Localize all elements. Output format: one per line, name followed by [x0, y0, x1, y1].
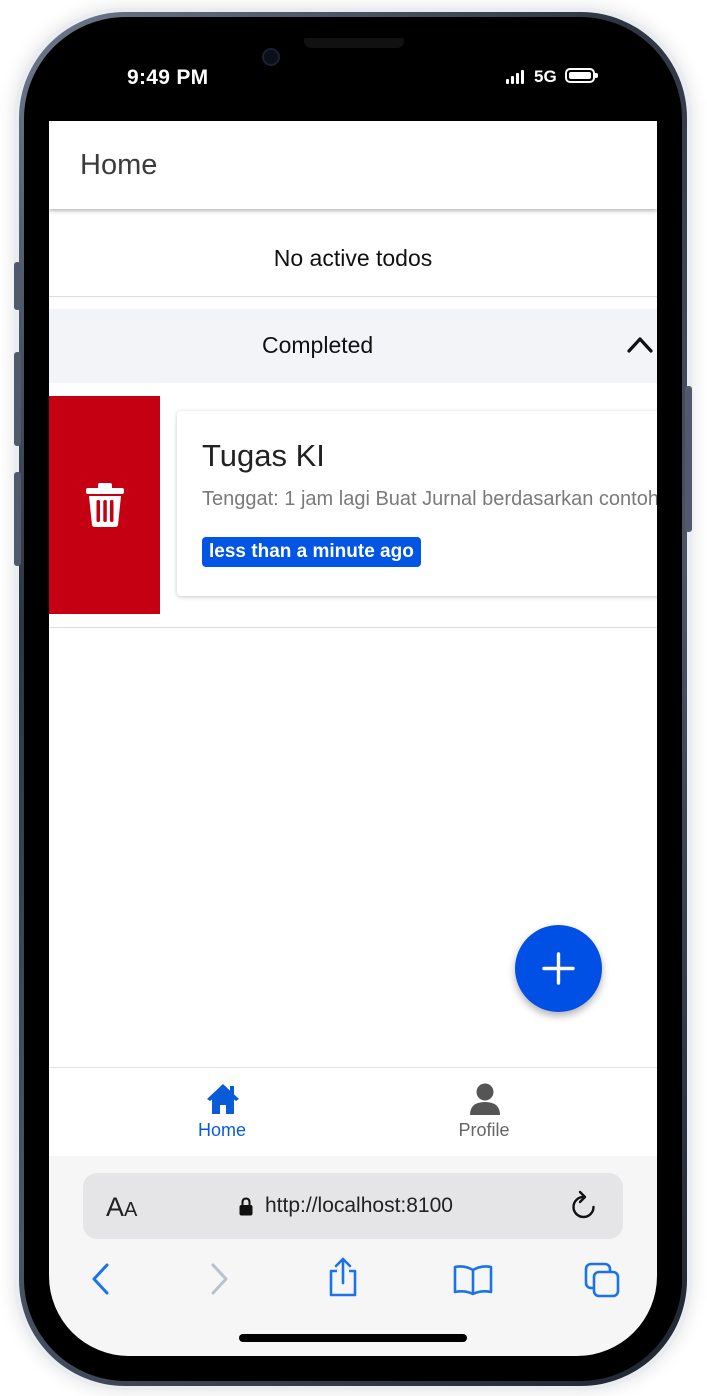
empty-todos-message: No active todos	[49, 209, 657, 297]
home-icon	[207, 1084, 239, 1114]
home-indicator	[239, 1334, 467, 1342]
network-type: 5G	[534, 67, 557, 86]
page-title: Home	[80, 149, 158, 181]
browser-toolbar: AA http://localhost:8100	[49, 1156, 657, 1356]
status-bar: 9:49 PM 5G	[49, 38, 657, 121]
person-icon	[470, 1083, 500, 1115]
tab-home-label: Home	[197, 1120, 246, 1140]
url-text: http://localhost:8100	[265, 1194, 453, 1217]
todo-card[interactable]: Tugas KI Tenggat: 1 jam lagi Buat Jurnal…	[177, 411, 657, 596]
tab-home[interactable]: Home	[122, 1068, 322, 1156]
mute-switch	[14, 262, 21, 310]
speaker-grille	[304, 38, 404, 48]
todo-description: Tenggat: 1 jam lagi Buat Jurnal berdasar…	[202, 488, 657, 510]
volume-down-button	[14, 472, 21, 566]
battery-icon	[565, 68, 598, 83]
volume-up-button	[14, 352, 21, 446]
add-icon	[542, 952, 575, 985]
tab-profile-label: Profile	[458, 1120, 510, 1140]
reload-icon[interactable]	[569, 1190, 599, 1222]
todo-sliding-item[interactable]: Tugas KI Tenggat: 1 jam lagi Buat Jurnal…	[49, 396, 657, 628]
todo-title: Tugas KI	[202, 438, 325, 473]
signal-icon	[506, 70, 526, 84]
power-button	[685, 386, 692, 532]
back-icon[interactable]	[89, 1262, 113, 1296]
tabs-icon[interactable]	[584, 1262, 622, 1298]
phone-screen: 9:49 PM 5G Home No active todos Complete…	[49, 38, 657, 1356]
toolbar: Home	[49, 121, 657, 209]
status-time: 9:49 PM	[127, 66, 209, 89]
forward-icon[interactable]	[207, 1262, 231, 1296]
text-size-button[interactable]: AA	[106, 1192, 137, 1223]
address-bar[interactable]: AA http://localhost:8100	[83, 1173, 623, 1239]
chevron-up-icon	[627, 337, 653, 353]
app-content: Home No active todos Completed Tugas KI …	[49, 121, 657, 1156]
bookmarks-icon[interactable]	[453, 1264, 493, 1296]
empty-todos-label: No active todos	[273, 245, 433, 271]
completed-accordion-header[interactable]: Completed	[49, 309, 657, 383]
todo-time-badge: less than a minute ago	[202, 537, 421, 567]
tab-bar: Home Profile	[49, 1067, 657, 1156]
add-todo-button[interactable]	[515, 925, 602, 1012]
share-icon[interactable]	[327, 1256, 359, 1298]
lock-icon	[239, 1197, 253, 1216]
completed-label: Completed	[262, 332, 374, 358]
trash-icon	[86, 483, 124, 527]
delete-button[interactable]	[49, 396, 160, 614]
front-camera	[262, 48, 280, 66]
tab-profile[interactable]: Profile	[384, 1068, 584, 1156]
